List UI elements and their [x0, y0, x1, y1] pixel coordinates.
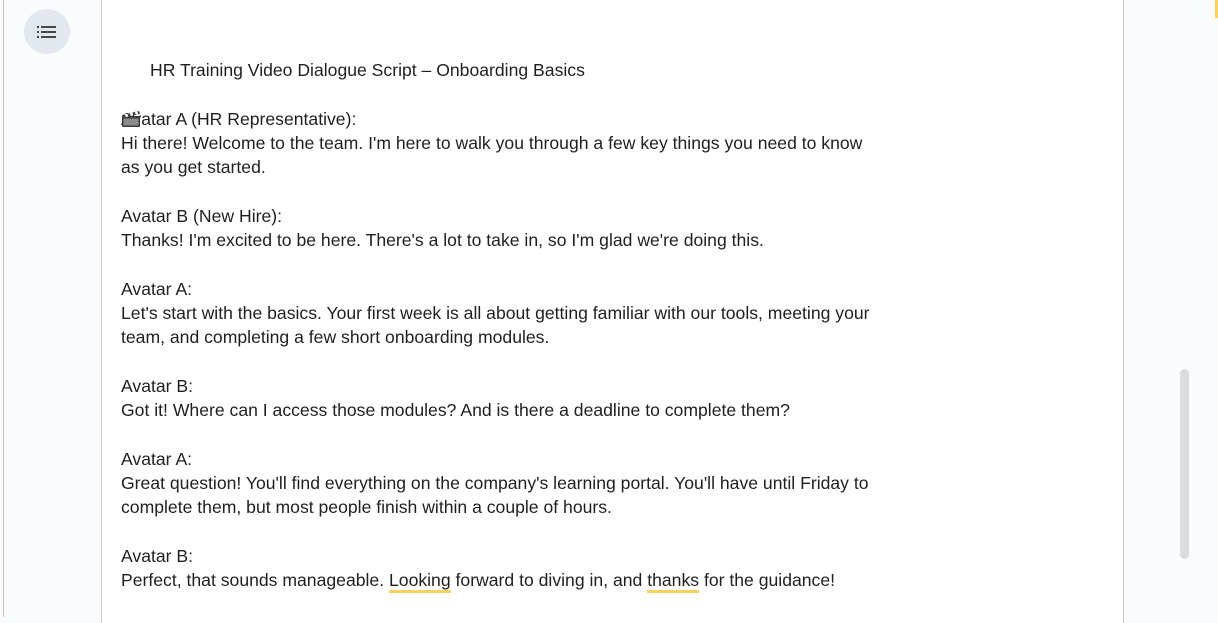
- dialogue-line: Perfect, that sounds manageable. Looking…: [121, 568, 921, 594]
- speaker-label: Avatar B:: [121, 375, 194, 396]
- dialogue-line: as you get started.: [121, 157, 266, 178]
- speaker-label: Avatar B:: [121, 545, 194, 566]
- line-text: for the guidance!: [699, 570, 836, 591]
- dialogue-line: Got it! Where can I access those modules…: [121, 400, 790, 421]
- dialogue-line: team, and completing a few short onboard…: [121, 327, 550, 348]
- show-outline-button[interactable]: [24, 9, 70, 54]
- spelling-suggestion[interactable]: Looking: [389, 570, 451, 594]
- document-title: HR Training Video Dialogue Script – Onbo…: [121, 58, 921, 127]
- spelling-suggestion[interactable]: thanks: [647, 570, 700, 594]
- title-text: HR Training Video Dialogue Script – Onbo…: [150, 60, 585, 80]
- dialogue-line: Hi there! Welcome to the team. I'm here …: [121, 132, 863, 153]
- window-edge: [3, 0, 4, 617]
- clapperboard-icon: [121, 61, 141, 127]
- scrollbar-thumb[interactable]: [1180, 369, 1189, 559]
- dialogue-line: Let's start with the basics. Your first …: [121, 302, 870, 323]
- document-body[interactable]: HR Training Video Dialogue Script – Onbo…: [121, 58, 921, 594]
- speaker-label: Avatar A (HR Representative):: [121, 108, 357, 129]
- editor-workspace: HR Training Video Dialogue Script – Onbo…: [0, 0, 1218, 623]
- line-text: Perfect, that sounds manageable.: [121, 570, 389, 591]
- speaker-label: Avatar B (New Hire):: [121, 205, 282, 226]
- dialogue-line: complete them, but most people finish wi…: [121, 497, 612, 518]
- speaker-label: Avatar A:: [121, 278, 193, 299]
- line-text: forward to diving in, and: [450, 570, 648, 591]
- speaker-label: Avatar A:: [121, 448, 193, 469]
- dialogue-line: Great question! You'll find everything o…: [121, 473, 869, 494]
- dialogue-line: Thanks! I'm excited to be here. There's …: [121, 230, 764, 251]
- outline-list-icon: [37, 25, 56, 38]
